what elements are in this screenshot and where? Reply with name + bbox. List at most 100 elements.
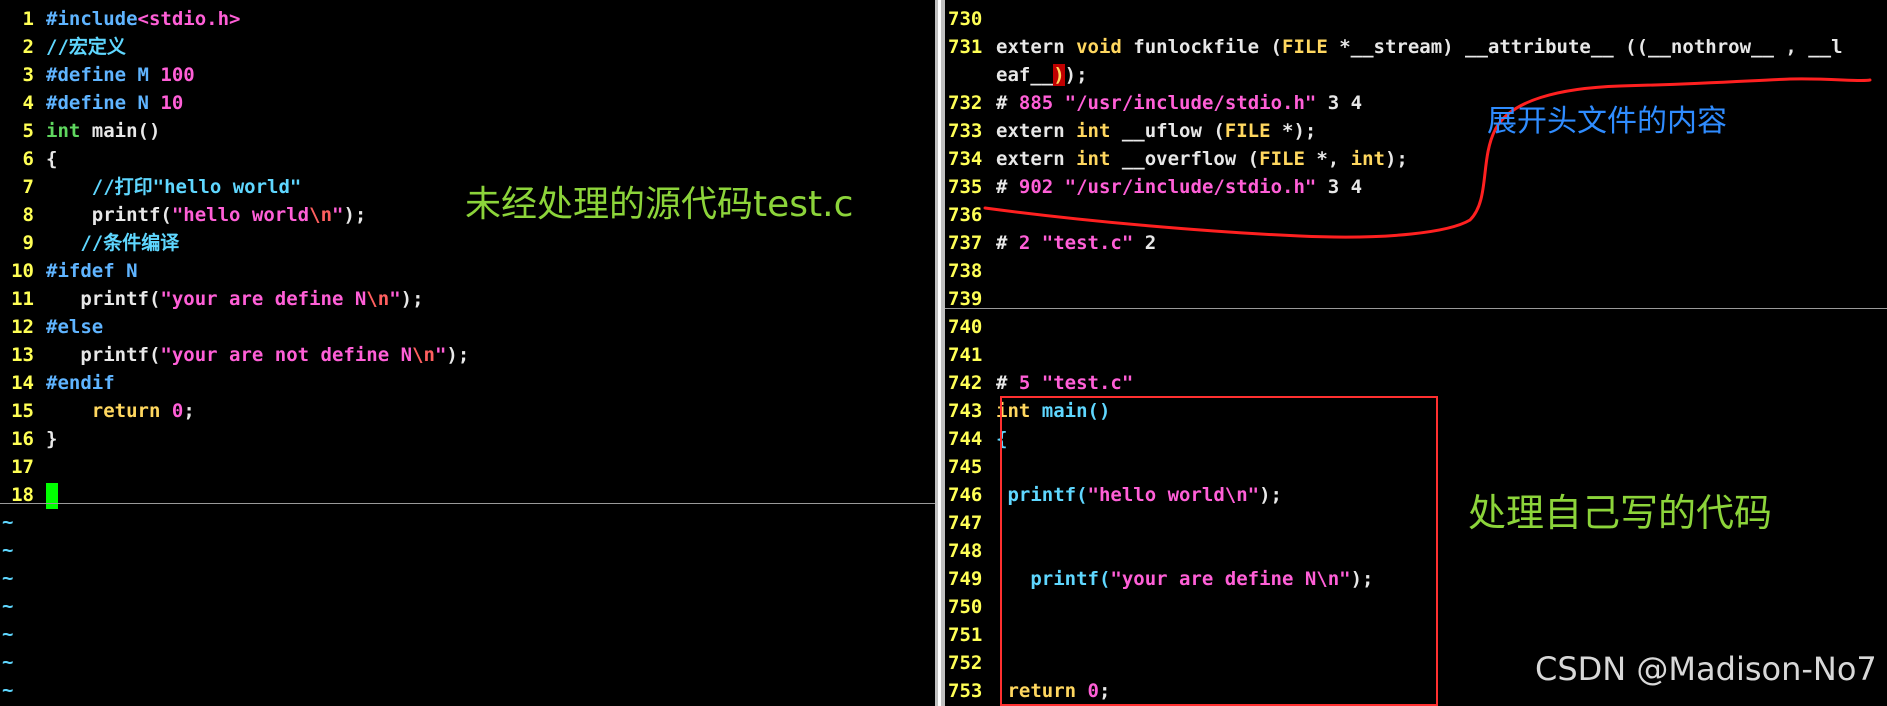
line-number: 5 <box>22 120 34 142</box>
left-editor-pane[interactable]: 1 #include<stdio.h> 2//宏定义 3 #define M 100 4 #… <box>0 0 935 706</box>
code-line[interactable]: 11 printf("your are define N\n"); <box>0 285 423 313</box>
line-number: 3 <box>22 64 34 86</box>
code-line[interactable]: 738 <box>945 257 996 285</box>
code-token: *); <box>1270 120 1317 142</box>
code-line[interactable]: 737 # 2 "test.c" 2 <box>945 229 1156 257</box>
code-line[interactable]: 744{ <box>945 425 1007 453</box>
code-line[interactable]: 16} <box>0 425 57 453</box>
code-line[interactable]: 745 <box>945 453 996 481</box>
vertical-split-divider[interactable] <box>935 0 945 706</box>
empty-line-tilde: ~ <box>2 567 14 589</box>
code-token: int <box>46 120 81 142</box>
code-line[interactable]: 752 <box>945 649 996 677</box>
code-token: ); <box>343 204 367 226</box>
line-number: 733 <box>948 120 983 142</box>
code-token: 2 <box>1133 232 1157 254</box>
line-number: 730 <box>948 8 983 30</box>
code-line[interactable]: 747 <box>945 509 996 537</box>
annotation-source-code: 未经处理的源代码test.c <box>465 184 854 225</box>
code-line[interactable]: 734 extern int __overflow (FILE *, int); <box>945 145 1408 173</box>
code-token: 2 <box>1018 232 1031 254</box>
code-line[interactable]: 750 <box>945 593 996 621</box>
code-token: #else <box>46 316 104 338</box>
code-line[interactable]: 748 <box>945 537 996 565</box>
code-token: ) <box>1053 64 1065 86</box>
code-line[interactable]: 15 return 0; <box>0 397 195 425</box>
code-token: " <box>389 288 401 310</box>
line-number: 735 <box>948 176 983 198</box>
highlight-box <box>1000 396 1438 706</box>
line-number: 747 <box>948 512 983 534</box>
code-line[interactable]: 741 <box>945 341 996 369</box>
line-number: 17 <box>11 456 34 478</box>
code-token: \n <box>412 344 435 366</box>
code-line[interactable]: 4 #define N 10 <box>0 89 184 117</box>
code-line[interactable]: 7 //打印"hello world" <box>0 173 302 201</box>
code-line[interactable]: 5 int main() <box>0 117 161 145</box>
code-token: //条件编译 <box>46 232 180 254</box>
empty-line-tilde: ~ <box>2 511 14 533</box>
line-number: 752 <box>948 652 983 674</box>
code-line[interactable]: 736 <box>945 201 996 229</box>
code-line[interactable]: 731 extern void funlockfile (FILE *__stre… <box>945 33 1843 61</box>
code-token: 0 <box>171 400 184 422</box>
code-token: FILE <box>1224 120 1271 142</box>
line-number: 8 <box>22 204 34 226</box>
code-line[interactable]: eaf__)); <box>945 61 1088 89</box>
line-number: 11 <box>11 288 34 310</box>
code-line[interactable]: 730 <box>945 5 996 33</box>
code-token: 3 4 <box>1316 176 1363 198</box>
code-line[interactable]: 3 #define M 100 <box>0 61 195 89</box>
right-split-separator <box>945 308 1887 309</box>
line-number: 748 <box>948 540 983 562</box>
annotation-own-code: 处理自己写的代码 <box>1468 491 1773 535</box>
line-number: 744 <box>948 428 983 450</box>
code-token: int <box>1076 120 1111 142</box>
code-line[interactable]: 10 #ifdef N <box>0 257 138 285</box>
code-line[interactable]: 14 #endif <box>0 369 115 397</box>
line-number: 6 <box>22 148 34 170</box>
line-number: 731 <box>948 36 983 58</box>
line-number: 18 <box>11 484 34 506</box>
line-number: 738 <box>948 260 983 282</box>
code-token: #endif <box>46 372 115 394</box>
code-token: { <box>46 148 58 170</box>
line-number: 13 <box>11 344 34 366</box>
code-token: #define M <box>46 64 161 86</box>
code-line[interactable]: 751 <box>945 621 996 649</box>
code-line[interactable]: 13 printf("your are not define N\n"); <box>0 341 469 369</box>
code-line[interactable]: 732 # 885 "/usr/include/stdio.h" 3 4 <box>945 89 1362 117</box>
code-token: 100 <box>160 64 195 86</box>
code-line[interactable]: 2 //宏定义 <box>0 33 126 61</box>
code-token: ); <box>1064 64 1088 86</box>
code-token: "/usr/include/stdio.h" <box>1064 92 1317 114</box>
code-token: "your are define N <box>160 288 367 310</box>
code-line[interactable]: 12 #else <box>0 313 103 341</box>
code-line[interactable]: 740 <box>945 313 996 341</box>
left-buffer-end-separator <box>0 503 935 504</box>
line-number: 745 <box>948 456 983 478</box>
code-line[interactable]: 9 //条件编译 <box>0 229 180 257</box>
code-token: extern <box>996 36 1077 58</box>
line-number: 753 <box>948 680 983 702</box>
code-line[interactable]: 18 <box>0 481 58 509</box>
code-line[interactable]: 1 #include<stdio.h> <box>0 5 241 33</box>
code-line[interactable]: 17 <box>0 453 46 481</box>
code-token: 10 <box>160 92 184 114</box>
code-line[interactable]: 735 # 902 "/usr/include/stdio.h" 3 4 <box>945 173 1362 201</box>
code-line[interactable]: 742 # 5 "test.c" <box>945 369 1133 397</box>
code-token: 5 <box>1018 372 1031 394</box>
code-line[interactable]: 733 extern int __uflow (FILE *); <box>945 117 1316 145</box>
line-number: 749 <box>948 568 983 590</box>
line-number: 1 <box>22 8 34 30</box>
code-token: void <box>1076 36 1122 58</box>
code-token: ); <box>1384 148 1408 170</box>
code-token: #ifdef N <box>46 260 138 282</box>
code-token: 902 <box>1018 176 1054 198</box>
code-token: return <box>91 400 161 422</box>
code-token: FILE <box>1282 36 1328 58</box>
code-line[interactable]: 6{ <box>0 145 58 173</box>
code-line[interactable]: 8 printf("hello world\n"); <box>0 201 367 229</box>
